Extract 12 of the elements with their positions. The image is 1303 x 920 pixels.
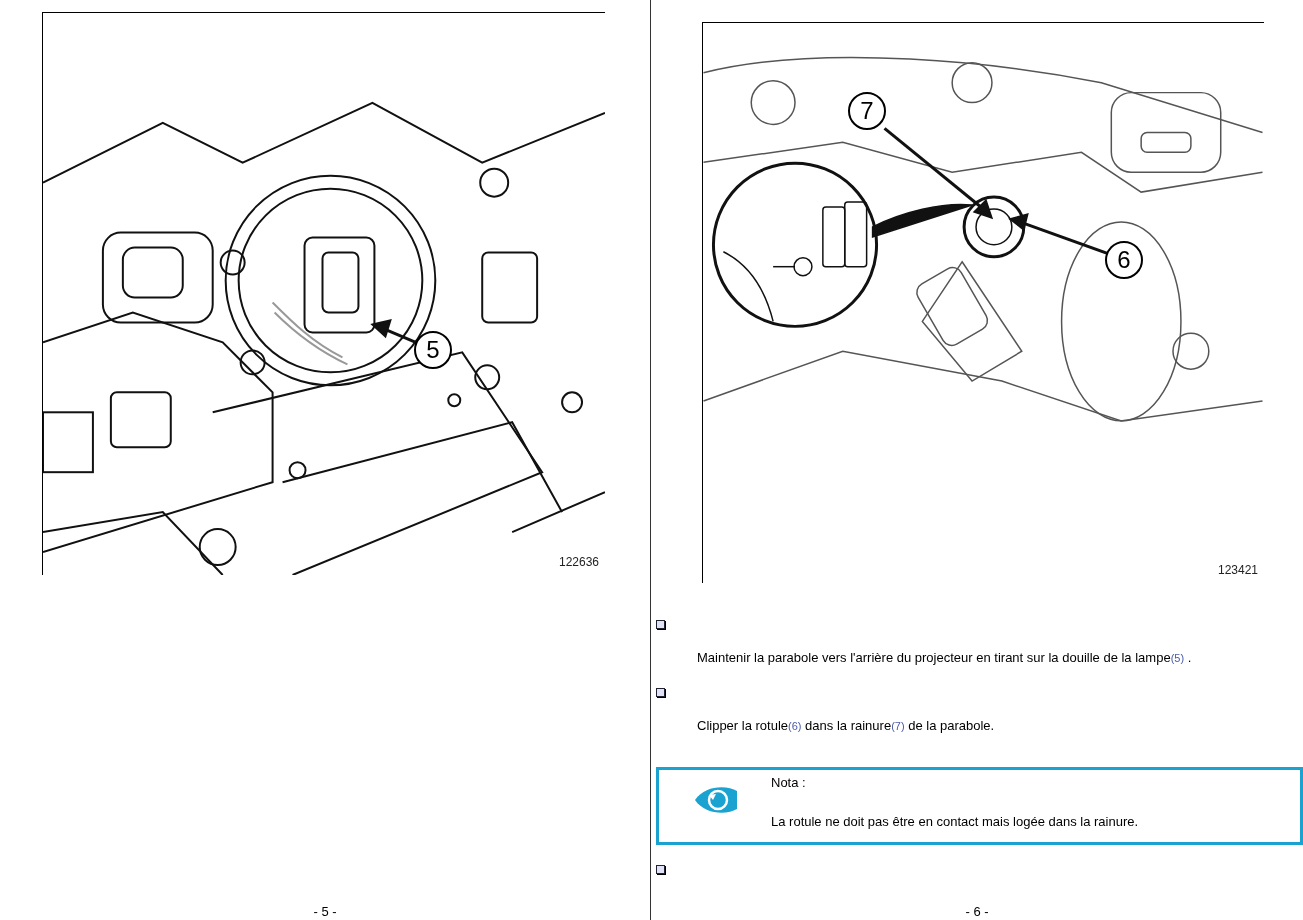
page-number: - 5 - bbox=[313, 904, 337, 920]
bullet-icon bbox=[656, 865, 665, 874]
callout-number: 6 bbox=[1105, 241, 1143, 279]
note-text: La rotule ne doit pas être en contact mais logée dans la rainure. bbox=[771, 812, 1139, 831]
bullet-icon bbox=[656, 687, 665, 697]
callout-number: 5 bbox=[414, 331, 452, 369]
bullet-icon bbox=[656, 620, 665, 629]
instruction-text: Clipper la rotule(6) dans la rainure(7) de la parabole. bbox=[697, 716, 996, 735]
note-title: Nota : bbox=[771, 774, 807, 792]
page-number: - 6 - bbox=[965, 904, 989, 920]
callout-number: 7 bbox=[848, 92, 886, 130]
instruction-text: Maintenir la parabole vers l'arrière du projecteur en tirant sur la douille de la lampe(5) . bbox=[697, 649, 1193, 667]
